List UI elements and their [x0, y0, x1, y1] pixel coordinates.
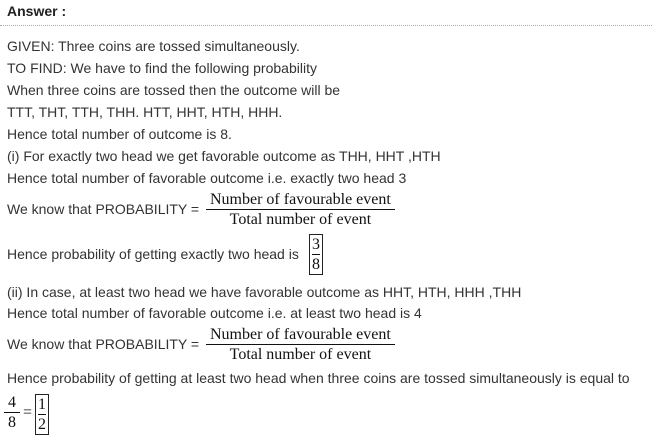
part1-answer-denominator: 8	[312, 256, 320, 273]
part2-result-line: Hence probability of getting at least tw…	[7, 370, 630, 386]
outcome-intro-line: When three coins are tossed then the out…	[7, 82, 341, 98]
given-line: GIVEN: Three coins are tossed simultaneo…	[7, 38, 300, 54]
part2-intro-line: (ii) In case, at least two head we have …	[7, 284, 522, 300]
total-outcome-line: Hence total number of outcome is 8.	[7, 126, 232, 142]
part1-answer-numerator: 3	[312, 236, 320, 253]
answer-heading: Answer :	[7, 3, 67, 19]
part2-total-line: Hence total number of favorable outcome …	[7, 305, 422, 321]
formula-numerator: Number of favourable event	[210, 326, 391, 343]
formula-numerator: Number of favourable event	[210, 191, 391, 208]
equals-sign: =	[23, 404, 33, 421]
heading-divider	[0, 25, 652, 26]
part1-result-line: Hence probability of getting exactly two…	[7, 246, 299, 262]
outcomes-line: TTT, THT, TTH, THH. HTT, HHT, HTH, HHH.	[7, 104, 283, 120]
formula-denominator: Total number of event	[229, 211, 372, 228]
part1-answer-box: 3 8	[309, 234, 323, 275]
formula-denominator: Total number of event	[229, 346, 372, 363]
part2-answer-denominator: 2	[38, 416, 46, 433]
part2-probability-formula: Number of favourable event Total number …	[206, 326, 395, 365]
to-find-line: TO FIND: We have to find the following p…	[7, 60, 317, 76]
unsimplified-denominator: 8	[8, 414, 16, 431]
unsimplified-numerator: 4	[8, 394, 16, 411]
part1-total-line: Hence total number of favorable outcome …	[7, 170, 407, 186]
part1-probability-formula: Number of favourable event Total number …	[206, 191, 395, 230]
part2-answer-numerator: 1	[38, 396, 46, 413]
part1-intro-line: (i) For exactly two head we get favorabl…	[7, 148, 441, 164]
part2-unsimplified-fraction: 4 8	[4, 394, 20, 433]
part1-know-line: We know that PROBABILITY =	[7, 201, 200, 217]
part2-answer-box: 1 2	[35, 394, 49, 435]
part2-know-line: We know that PROBABILITY =	[7, 336, 200, 352]
